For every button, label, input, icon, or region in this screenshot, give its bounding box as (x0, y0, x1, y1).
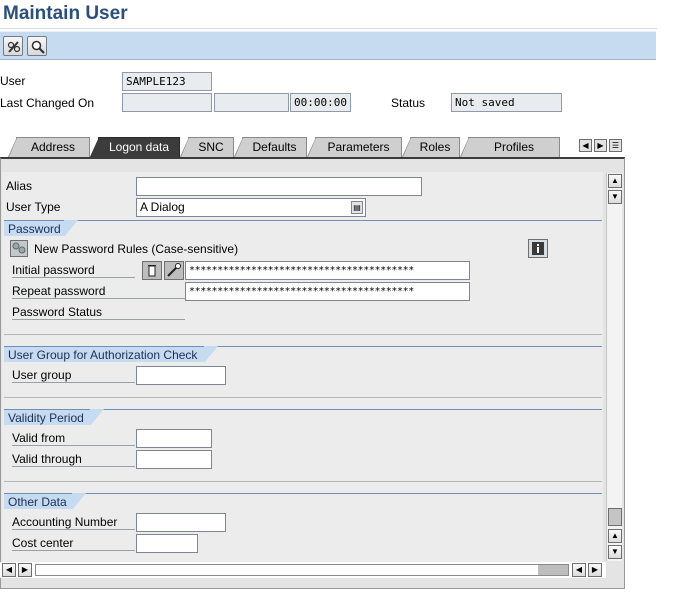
list-icon: ☰ (611, 141, 620, 150)
tab-address[interactable]: Address (8, 137, 90, 157)
hscroll-left-button[interactable]: ◀ (2, 563, 16, 577)
trash-icon (148, 265, 156, 277)
last-changed-time-field[interactable]: 00:00:00 (290, 93, 351, 112)
user-type-select[interactable]: A Dialog ▤ (136, 198, 366, 217)
password-status-label: Password Status (12, 305, 185, 320)
hscroll-page-left-button[interactable]: ▶ (18, 563, 32, 577)
tab-defaults[interactable]: Defaults (234, 137, 307, 157)
info-icon (532, 242, 544, 255)
tab-scroll-left-button[interactable]: ◀ (579, 139, 592, 152)
logon-data-content: Alias User Type A Dialog ▤ Password New … (2, 172, 603, 562)
triangle-left-icon: ◀ (582, 141, 589, 150)
password-group-line (4, 220, 602, 221)
password-clear-button[interactable] (142, 261, 162, 280)
application-toolbar (0, 31, 656, 60)
repeat-password-input[interactable]: **************************************** (185, 282, 470, 301)
hscroll-right-button[interactable]: ▶ (588, 563, 602, 577)
display-change-button[interactable] (3, 36, 23, 56)
other-group-line (4, 493, 602, 494)
user-group-bottom (4, 397, 602, 398)
repeat-password-label: Repeat password (12, 284, 185, 299)
validity-group-title: Validity Period (4, 409, 104, 426)
accounting-number-input[interactable] (136, 513, 226, 532)
magnifier-icon (31, 40, 45, 54)
triangle-left-icon: ◀ (5, 565, 13, 574)
hscroll-thumb[interactable] (538, 565, 568, 575)
info-button[interactable] (528, 239, 548, 258)
cost-center-label: Cost center (12, 536, 135, 551)
triangle-down-icon: ▼ (611, 192, 619, 201)
valid-from-label: Valid from (12, 431, 135, 446)
scroll-up-button[interactable]: ▲ (608, 174, 622, 188)
password-generate-button[interactable] (164, 261, 184, 280)
last-changed-date-field[interactable] (214, 93, 289, 112)
cost-center-input[interactable] (136, 534, 198, 553)
hscroll-page-right-button[interactable]: ◀ (572, 563, 586, 577)
triangle-left-icon: ◀ (575, 565, 583, 574)
triangle-right-icon: ▶ (591, 565, 599, 574)
scroll-page-down-button[interactable]: ▲ (608, 529, 622, 543)
user-field[interactable]: SAMPLE123 (122, 72, 212, 91)
password-rules-button[interactable] (10, 240, 28, 257)
hscroll-track[interactable] (35, 564, 569, 576)
triangle-right-icon: ▶ (597, 141, 604, 150)
tab-scroll-right-button[interactable]: ▶ (594, 139, 607, 152)
password-rules-text: New Password Rules (Case-sensitive) (34, 242, 239, 256)
user-label: User (0, 74, 26, 88)
alias-input[interactable] (136, 177, 422, 196)
tab-profiles[interactable]: Profiles (460, 137, 560, 157)
tab-parameters[interactable]: Parameters (307, 137, 402, 157)
scroll-thumb[interactable] (608, 508, 622, 526)
rules-info-icon (12, 242, 26, 254)
vertical-scrollbar[interactable]: ▲ ▼ ▲ ▼ (606, 173, 622, 561)
triangle-right-icon: ▶ (21, 565, 29, 574)
alias-label: Alias (6, 179, 33, 193)
triangle-up-icon: ▲ (611, 531, 619, 540)
triangle-down-icon: ▼ (611, 547, 619, 556)
valid-through-input[interactable] (136, 450, 212, 469)
horizontal-scrollbar[interactable]: ◀ ▶ ◀ ▶ (0, 562, 606, 578)
initial-password-label: Initial password (12, 263, 135, 278)
scroll-down-button[interactable]: ▼ (608, 545, 622, 559)
user-group-label: User group (12, 368, 135, 383)
password-group-bottom (4, 334, 602, 335)
scroll-page-up-button[interactable]: ▼ (608, 190, 622, 204)
dropdown-list-icon[interactable]: ▤ (351, 201, 363, 214)
last-changed-by-field[interactable] (122, 93, 212, 112)
tab-list-button[interactable]: ☰ (609, 139, 622, 152)
valid-through-label: Valid through (12, 452, 135, 467)
page-title: Maintain User (3, 3, 128, 24)
status-label: Status (391, 96, 426, 110)
tab-roles[interactable]: Roles (402, 137, 460, 157)
tab-logon-data[interactable]: Logon data (90, 137, 180, 157)
tabstrip: Address Logon data SNC Defaults Paramete… (7, 135, 624, 157)
other-group-title: Other Data (4, 493, 86, 510)
status-field: Not saved (451, 93, 562, 112)
accounting-number-label: Accounting Number (12, 515, 135, 530)
pencil-glasses-icon (7, 41, 21, 53)
initial-password-input[interactable]: **************************************** (185, 261, 470, 280)
wizard-icon (167, 263, 181, 277)
validity-group-bottom (4, 481, 602, 482)
user-group-input[interactable] (136, 366, 226, 385)
last-changed-label: Last Changed On (0, 96, 95, 110)
valid-from-input[interactable] (136, 429, 212, 448)
triangle-up-icon: ▲ (611, 176, 619, 185)
user-type-value: A Dialog (140, 200, 185, 214)
title-divider (0, 28, 657, 29)
find-button[interactable] (27, 36, 47, 56)
user-group-title: User Group for Authorization Check (4, 346, 218, 363)
user-type-label: User Type (6, 200, 61, 214)
tab-snc[interactable]: SNC (180, 137, 234, 157)
password-group-title: Password (4, 220, 78, 237)
